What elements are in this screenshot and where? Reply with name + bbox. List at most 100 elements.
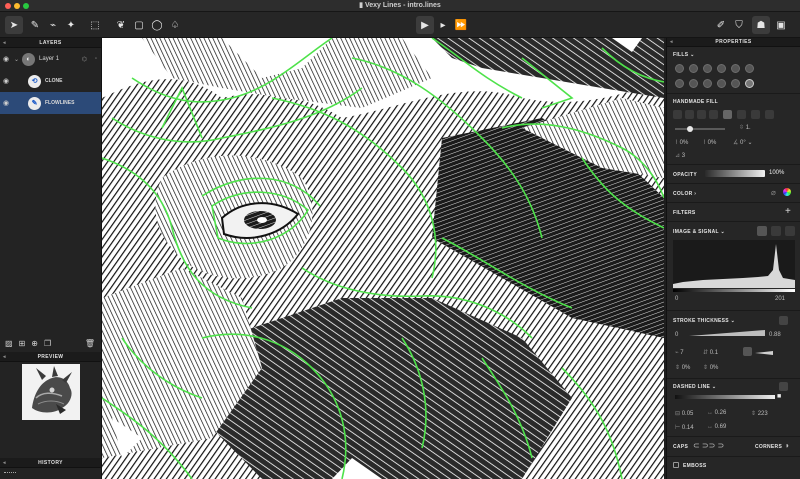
color-wheel-icon[interactable]: [783, 188, 791, 196]
ellipse-tool-icon[interactable]: ◯: [148, 16, 166, 34]
duplicate-icon[interactable]: ❐: [44, 339, 51, 348]
shield-icon[interactable]: ⛉: [730, 16, 748, 34]
opacity-value[interactable]: 100%: [769, 170, 784, 176]
layer-row-layer-1[interactable]: ◉ ⌄ ◐ Layer 1 ⌬ ▫: [0, 48, 101, 70]
add-group-icon[interactable]: ⊕: [31, 339, 38, 348]
transform-tool-icon[interactable]: ⬚: [86, 16, 104, 34]
select-tool-icon[interactable]: ➤: [5, 16, 23, 34]
cap-style-icons[interactable]: ⊂ ⊃⊃ ⊃: [693, 441, 724, 450]
fill-type-handmade-icon[interactable]: [745, 79, 754, 88]
fill-option-8-icon[interactable]: [765, 110, 774, 119]
users-icon[interactable]: ☗: [752, 16, 770, 34]
handmade-slider[interactable]: [675, 128, 725, 130]
fill-type-linear-icon[interactable]: [675, 64, 684, 73]
color-label[interactable]: COLOR ›: [673, 191, 696, 197]
handmade-param-2[interactable]: ⌇ 0%: [703, 139, 716, 146]
node-tool-icon[interactable]: ⌁: [44, 16, 62, 34]
lasso-tool-icon[interactable]: ♤: [166, 16, 184, 34]
link-icon[interactable]: ⌬: [82, 56, 87, 63]
handmade-count[interactable]: ⊿ 3: [675, 152, 685, 159]
trash-icon[interactable]: 🗑: [85, 339, 95, 348]
attach-icon[interactable]: ✐: [712, 16, 730, 34]
fill-type-radial-icon[interactable]: [717, 64, 726, 73]
visibility-eye-icon[interactable]: ◉: [3, 55, 9, 63]
dashed-mode-icon[interactable]: [779, 382, 788, 391]
fill-option-1-icon[interactable]: [673, 110, 682, 119]
stroke-chart-icon[interactable]: [743, 347, 752, 356]
brush-tool-icon[interactable]: ❦: [112, 16, 130, 34]
dashed-value-a[interactable]: ⊟ 0.05: [675, 410, 693, 417]
stroke-max-value[interactable]: 0.88: [769, 332, 781, 338]
fill-type-spiral-icon[interactable]: [731, 64, 740, 73]
image-signal-label[interactable]: IMAGE & SIGNAL ⌄: [673, 229, 725, 235]
eyedropper-icon[interactable]: ⌀: [771, 188, 776, 197]
fill-type-halftone-icon[interactable]: [675, 79, 684, 88]
fast-forward-icon[interactable]: ⏩: [452, 16, 470, 34]
add-image-icon[interactable]: ▨: [5, 339, 13, 348]
chevron-down-icon[interactable]: ⌄: [14, 56, 19, 63]
dashed-value-c[interactable]: ⇕ 223: [751, 410, 768, 417]
collapse-icon[interactable]: ◂: [3, 352, 6, 362]
visibility-eye-icon[interactable]: ◉: [3, 77, 9, 85]
stroke-param-3[interactable]: ⇕ 0%: [675, 364, 690, 371]
opacity-slider[interactable]: [705, 170, 765, 177]
fill-option-6-icon[interactable]: [737, 110, 746, 119]
lock-icon[interactable]: ▫: [95, 56, 97, 62]
visibility-eye-icon[interactable]: ◉: [3, 99, 9, 107]
drawing-canvas[interactable]: [102, 38, 664, 479]
fill-type-grid-icon[interactable]: [731, 79, 740, 88]
stroke-min-value[interactable]: 0: [675, 332, 678, 338]
dashed-line-label[interactable]: DASHED LINE ⌄: [673, 384, 716, 390]
fill-option-3-icon[interactable]: [697, 110, 706, 119]
stroke-param-1[interactable]: ⌁ 7: [675, 349, 684, 356]
fill-option-4-icon[interactable]: [709, 110, 718, 119]
handmade-value-1[interactable]: ⇳ 1.: [739, 124, 751, 131]
fills-section-label[interactable]: FILLS ⌄: [673, 52, 695, 58]
layer-row-clone[interactable]: ◉ ⟲ CLONE: [0, 70, 101, 92]
emboss-checkbox[interactable]: [673, 462, 679, 468]
fill-type-fractal-icon[interactable]: [703, 79, 712, 88]
stroke-range-slider[interactable]: [689, 330, 765, 336]
handmade-angle[interactable]: ∡ 0° ⌄: [733, 139, 753, 146]
stroke-param-4[interactable]: ⇕ 0%: [703, 364, 718, 371]
pen-tool-icon[interactable]: ✎: [26, 16, 44, 34]
histogram-min-value[interactable]: 0: [675, 296, 678, 302]
history-entry[interactable]: [4, 472, 16, 473]
image-source-icon[interactable]: [757, 226, 767, 236]
fill-type-circular-icon[interactable]: [703, 64, 712, 73]
add-layer-icon[interactable]: ⊞: [19, 339, 26, 348]
collapse-icon[interactable]: ◂: [670, 38, 673, 47]
clone-fill-icon: ⟲: [28, 74, 41, 88]
dashed-value-b[interactable]: ↔ 0.26: [707, 410, 726, 416]
histogram-max-value[interactable]: 201: [775, 296, 785, 302]
handmade-slider-knob[interactable]: [687, 126, 693, 132]
collapse-icon[interactable]: ◂: [3, 38, 6, 48]
step-play-icon[interactable]: ▸: [434, 16, 452, 34]
handmade-param-1[interactable]: ⌇ 0%: [675, 139, 688, 146]
fill-type-trace-icon[interactable]: [689, 79, 698, 88]
collapse-icon[interactable]: ◂: [3, 458, 6, 468]
stroke-param-2[interactable]: ⇵ 0.1: [703, 349, 718, 356]
layer-row-flowlines[interactable]: ◉ ✎ FLOWLINES: [0, 92, 101, 114]
fill-option-5-icon[interactable]: [723, 110, 732, 119]
dashed-value-d[interactable]: ⊢ 0.14: [675, 424, 694, 431]
stroke-thickness-label[interactable]: STROKE THICKNESS ⌄: [673, 318, 735, 324]
image-panel-icon[interactable]: ▣: [772, 16, 790, 34]
image-invert-icon[interactable]: [785, 226, 795, 236]
rectangle-tool-icon[interactable]: ▢: [130, 16, 148, 34]
dashed-swatch-icon[interactable]: ■: [777, 393, 781, 400]
add-filter-button[interactable]: +: [785, 206, 791, 217]
fill-option-7-icon[interactable]: [751, 110, 760, 119]
fill-type-text-icon[interactable]: [717, 79, 726, 88]
stroke-mode-icon[interactable]: [779, 316, 788, 325]
wand-tool-icon[interactable]: ✦: [62, 16, 80, 34]
play-button-icon[interactable]: ▶: [416, 16, 434, 34]
properties-header: ◂ PROPERTIES: [667, 38, 800, 47]
fill-type-wave-icon[interactable]: [689, 64, 698, 73]
flowlines-fill-icon: ✎: [28, 96, 41, 110]
image-preview-icon[interactable]: [771, 226, 781, 236]
fill-option-2-icon[interactable]: [685, 110, 694, 119]
corner-style-icon[interactable]: ◗: [785, 441, 790, 450]
dashed-value-e[interactable]: ↔ 0.69: [707, 424, 726, 430]
fill-type-scribble-icon[interactable]: [745, 64, 754, 73]
